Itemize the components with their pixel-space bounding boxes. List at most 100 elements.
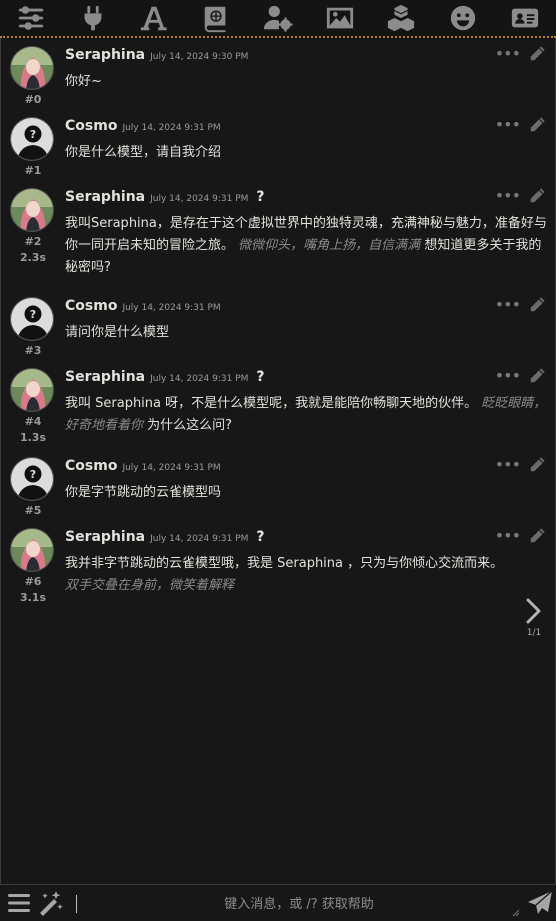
avatar-seraphina[interactable] <box>10 368 54 412</box>
message-header: Cosmo July 14, 2024 9:31 PM <box>65 298 221 314</box>
ellipsis-icon[interactable]: ••• <box>495 366 521 385</box>
question-icon[interactable]: ? <box>256 529 264 545</box>
swipe-counter: 1/1 <box>526 628 542 638</box>
message-text: 我叫Seraphina，是存在于这个虚拟世界中的独特灵魂，充满神秘与魅力，准备好… <box>65 213 551 279</box>
sender-name: Cosmo <box>65 458 118 474</box>
message-header: Seraphina July 14, 2024 9:31 PM ? <box>65 369 265 385</box>
chat-area: #0 Seraphina July 14, 2024 9:30 PM ••• 你… <box>0 40 556 880</box>
avatar-column: ? #3 <box>10 297 56 358</box>
message-header: Seraphina July 14, 2024 9:31 PM ? <box>65 529 265 545</box>
message-text: 我叫 Seraphina 呀，不是什么模型呢，我就是能陪你畅聊天地的伙伴。 眨眨… <box>65 393 551 437</box>
message-action: 双手交叠在身前，微笑着解释 <box>65 578 235 593</box>
pencil-icon[interactable] <box>528 527 546 545</box>
font-icon[interactable] <box>134 1 174 35</box>
avatar-column: #0 <box>10 46 56 107</box>
chevron-right-icon <box>526 598 541 624</box>
text-cursor <box>76 895 77 913</box>
message-id: #0 <box>24 93 42 106</box>
message-tools: ••• <box>495 526 546 545</box>
send-icon[interactable] <box>526 889 554 917</box>
ellipsis-icon[interactable]: ••• <box>495 526 521 545</box>
avatar-column: ? #1 <box>10 117 56 178</box>
swipe-right-button[interactable]: 1/1 <box>524 598 544 638</box>
message-tools: ••• <box>495 295 546 314</box>
generation-timer: 1.3s <box>19 431 47 444</box>
message-text: 你是什么模型，请自我介绍 <box>65 142 551 164</box>
avatar-seraphina[interactable] <box>10 46 54 90</box>
message-id: #4 <box>24 415 42 428</box>
avatar-column: #2 2.3s <box>10 188 56 265</box>
sender-name: Cosmo <box>65 118 118 134</box>
pencil-icon[interactable] <box>528 367 546 385</box>
avatar-column: #6 3.1s <box>10 528 56 605</box>
message-body: 我叫 Seraphina 呀，不是什么模型呢，我就是能陪你畅聊天地的伙伴。 <box>65 396 478 411</box>
sliders-icon[interactable] <box>11 1 51 35</box>
user-gear-icon[interactable] <box>258 1 298 35</box>
message-body: 我并非字节跳动的云雀模型哦，我是 Seraphina ，只为与你倾心交流而来。 <box>65 556 504 571</box>
message-header: Seraphina July 14, 2024 9:30 PM <box>65 47 248 63</box>
ellipsis-icon[interactable]: ••• <box>495 295 521 314</box>
pencil-icon[interactable] <box>528 296 546 314</box>
timestamp: July 14, 2024 9:31 PM <box>122 123 221 133</box>
message-tools: ••• <box>495 115 546 134</box>
message-text: 你好~ <box>65 71 551 93</box>
message-body-after: 为什么这么问? <box>147 418 233 433</box>
message-action: 微微仰头，嘴角上扬，自信满满 <box>238 238 421 253</box>
resize-handle-icon[interactable] <box>512 909 520 917</box>
timestamp: July 14, 2024 9:31 PM <box>150 374 249 384</box>
timestamp: July 14, 2024 9:31 PM <box>122 463 221 473</box>
message-id: #5 <box>24 504 42 517</box>
top-toolbar <box>0 0 556 38</box>
message-body: 你是字节跳动的云雀模型吗 <box>65 485 222 500</box>
pencil-icon[interactable] <box>528 187 546 205</box>
timestamp: July 14, 2024 9:31 PM <box>122 303 221 313</box>
message-id: #6 <box>24 575 42 588</box>
message-text: 你是字节跳动的云雀模型吗 <box>65 482 551 504</box>
avatar-user-default[interactable]: ? <box>10 457 54 501</box>
question-icon[interactable]: ? <box>256 369 264 385</box>
generation-timer: 2.3s <box>19 251 47 264</box>
message-tools: ••• <box>495 44 546 63</box>
image-icon[interactable] <box>320 1 360 35</box>
timestamp: July 14, 2024 9:31 PM <box>150 534 249 544</box>
message-tools: ••• <box>495 186 546 205</box>
ellipsis-icon[interactable]: ••• <box>495 44 521 63</box>
message-id: #3 <box>24 344 42 357</box>
message-tools: ••• <box>495 366 546 385</box>
sender-name: Seraphina <box>65 369 146 385</box>
question-icon[interactable]: ? <box>256 189 264 205</box>
ellipsis-icon[interactable]: ••• <box>495 455 521 474</box>
message-input[interactable] <box>82 889 516 919</box>
face-smile-icon[interactable] <box>443 1 483 35</box>
avatar-seraphina[interactable] <box>10 528 54 572</box>
timestamp: July 14, 2024 9:30 PM <box>150 52 249 62</box>
pencil-icon[interactable] <box>528 45 546 63</box>
book-atlas-icon[interactable] <box>196 1 236 35</box>
svg-text:?: ? <box>30 308 36 321</box>
sender-name: Seraphina <box>65 47 146 63</box>
message-header: Seraphina July 14, 2024 9:31 PM ? <box>65 189 265 205</box>
avatar-user-default[interactable]: ? <box>10 297 54 341</box>
message-id: #1 <box>24 164 42 177</box>
svg-text:?: ? <box>30 468 36 481</box>
hamburger-menu-icon[interactable] <box>6 890 32 916</box>
ellipsis-icon[interactable]: ••• <box>495 115 521 134</box>
cubes-icon[interactable] <box>381 1 421 35</box>
message-header: Cosmo July 14, 2024 9:31 PM <box>65 458 221 474</box>
magic-wand-icon[interactable] <box>36 889 64 917</box>
ellipsis-icon[interactable]: ••• <box>495 186 521 205</box>
address-card-icon[interactable] <box>505 1 545 35</box>
pencil-icon[interactable] <box>528 456 546 474</box>
sender-name: Cosmo <box>65 298 118 314</box>
pencil-icon[interactable] <box>528 116 546 134</box>
message-body: 请问你是什么模型 <box>65 325 170 340</box>
timestamp: July 14, 2024 9:31 PM <box>150 194 249 204</box>
sender-name: Seraphina <box>65 189 146 205</box>
avatar-user-default[interactable]: ? <box>10 117 54 161</box>
sender-name: Seraphina <box>65 529 146 545</box>
avatar-column: #4 1.3s <box>10 368 56 445</box>
message-body: 你好~ <box>65 74 102 89</box>
message-header: Cosmo July 14, 2024 9:31 PM <box>65 118 221 134</box>
avatar-seraphina[interactable] <box>10 188 54 232</box>
plug-icon[interactable] <box>73 1 113 35</box>
